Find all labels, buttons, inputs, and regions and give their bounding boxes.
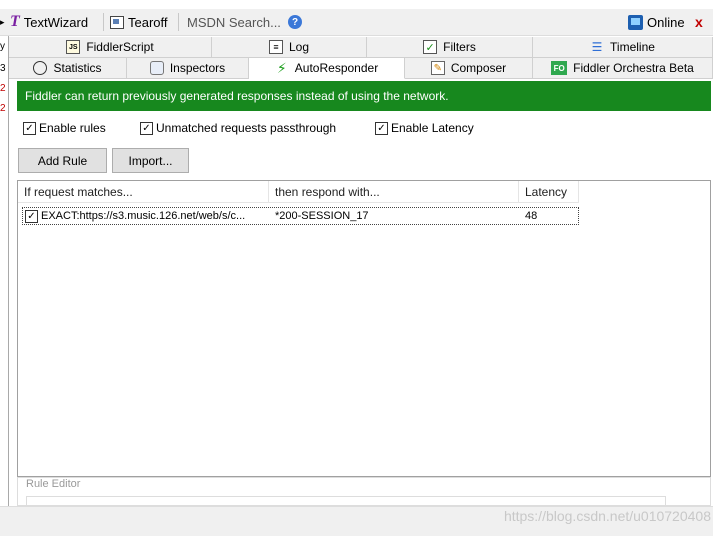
toolbar-arrow: ▸ xyxy=(0,16,5,27)
tab-fiddlerscript[interactable]: JS FiddlerScript xyxy=(9,37,212,58)
tab-label: Composer xyxy=(450,61,507,75)
edge-char-3: 2 xyxy=(0,103,6,114)
edge-char-1: 3 xyxy=(0,63,6,74)
textwizard-icon: T xyxy=(10,13,20,30)
passthrough-label: Unmatched requests passthrough xyxy=(156,121,337,135)
import-button[interactable]: Import... xyxy=(112,148,189,173)
column-header-match[interactable]: If request matches... xyxy=(18,181,269,203)
column-header-respond[interactable]: then respond with... xyxy=(269,181,519,203)
lightning-icon: ⚡ xyxy=(276,59,287,76)
close-icon: x xyxy=(695,14,703,30)
enable-rules-checkbox[interactable]: ✓ xyxy=(23,121,36,135)
column-header-latency[interactable]: Latency xyxy=(519,181,579,203)
tab-log[interactable]: ≡ Log xyxy=(212,37,367,58)
watermark-text: https://blog.csdn.net/u010720408 xyxy=(503,508,711,524)
help-button[interactable]: ? xyxy=(288,12,302,32)
rule-match: EXACT:https://s3.music.126.net/web/s/c..… xyxy=(41,210,246,222)
enable-latency-option[interactable]: ✓ Enable Latency xyxy=(375,120,474,136)
toolbar: ▸ T TextWizard Tearoff MSDN Search... ? … xyxy=(0,9,713,36)
script-icon: JS xyxy=(66,40,81,54)
column-header-label: If request matches... xyxy=(24,184,133,199)
tab-composer[interactable]: ✎ Composer xyxy=(405,58,533,79)
tab-fiddler-orchestra[interactable]: FO Fiddler Orchestra Beta xyxy=(533,58,713,79)
filter-icon: ✓ xyxy=(423,40,438,54)
tab-label: FiddlerScript xyxy=(86,40,154,54)
log-icon: ≡ xyxy=(268,40,283,54)
close-button[interactable]: x xyxy=(695,12,703,32)
rule-editor-field[interactable] xyxy=(26,496,666,506)
passthrough-checkbox[interactable]: ✓ xyxy=(140,121,153,135)
online-button[interactable]: Online xyxy=(628,12,685,32)
rule-checkbox[interactable]: ✓ xyxy=(25,208,38,224)
tab-label: Filters xyxy=(443,40,476,54)
tab-filters[interactable]: ✓ Filters xyxy=(367,37,533,58)
tab-autoresponder[interactable]: ⚡ AutoResponder xyxy=(249,58,405,79)
enable-latency-label: Enable Latency xyxy=(391,121,474,135)
rule-editor-label: Rule Editor xyxy=(26,478,81,490)
rules-list[interactable]: If request matches... then respond with.… xyxy=(17,180,711,477)
column-header-label: then respond with... xyxy=(275,184,380,199)
enable-latency-checkbox[interactable]: ✓ xyxy=(375,121,388,135)
tab-label: Timeline xyxy=(610,40,655,54)
tab-label: Inspectors xyxy=(169,61,226,75)
rule-editor: Rule Editor xyxy=(17,477,711,506)
fo-icon: FO xyxy=(551,61,568,75)
help-icon: ? xyxy=(288,15,302,29)
autoresponder-panel: Fiddler can return previously generated … xyxy=(15,79,713,506)
textwizard-button[interactable]: T TextWizard xyxy=(10,12,88,32)
rule-respond: *200-SESSION_17 xyxy=(275,210,369,222)
tab-row-top: JS FiddlerScript ≡ Log ✓ Filters ☰ Timel… xyxy=(9,37,713,58)
rule-check[interactable]: ✓ xyxy=(25,209,38,223)
passthrough-option[interactable]: ✓ Unmatched requests passthrough xyxy=(140,120,336,136)
enable-rules-option[interactable]: ✓ Enable rules xyxy=(23,120,106,136)
msdn-search-input[interactable]: MSDN Search... xyxy=(187,12,281,32)
msdn-search-placeholder: MSDN Search... xyxy=(187,14,281,30)
stopwatch-icon xyxy=(33,61,48,75)
session-list-edge: y 3 2 2 xyxy=(0,36,9,506)
composer-icon: ✎ xyxy=(430,61,445,75)
tab-label: AutoResponder xyxy=(294,61,379,75)
tearoff-button[interactable]: Tearoff xyxy=(110,12,168,32)
tab-label: Log xyxy=(288,40,310,54)
tab-timeline[interactable]: ☰ Timeline xyxy=(533,37,713,58)
inspect-icon xyxy=(149,61,164,75)
tearoff-label: Tearoff xyxy=(128,14,168,30)
tab-row-bottom: Statistics Inspectors ⚡ AutoResponder ✎ … xyxy=(9,58,713,79)
tearoff-icon xyxy=(110,15,124,29)
tab-label: Statistics xyxy=(53,61,102,75)
tab-statistics[interactable]: Statistics xyxy=(9,58,127,79)
online-label: Online xyxy=(647,14,685,30)
edge-char-2: 2 xyxy=(0,83,6,94)
rule-latency: 48 xyxy=(525,210,538,222)
tab-label: Fiddler Orchestra Beta xyxy=(573,61,694,75)
edge-char-0: y xyxy=(0,41,5,52)
banner-text: Fiddler can return previously generated … xyxy=(25,89,449,103)
online-icon xyxy=(628,14,643,30)
add-rule-button[interactable]: Add Rule xyxy=(18,148,107,173)
column-header-label: Latency xyxy=(525,184,568,199)
enable-rules-label: Enable rules xyxy=(39,121,106,135)
tab-inspectors[interactable]: Inspectors xyxy=(127,58,249,79)
timeline-icon: ☰ xyxy=(591,40,603,54)
textwizard-label: TextWizard xyxy=(23,14,89,30)
rule-row[interactable]: ✓ EXACT:https://s3.music.126.net/web/s/c… xyxy=(22,207,579,225)
info-banner: Fiddler can return previously generated … xyxy=(17,81,711,111)
